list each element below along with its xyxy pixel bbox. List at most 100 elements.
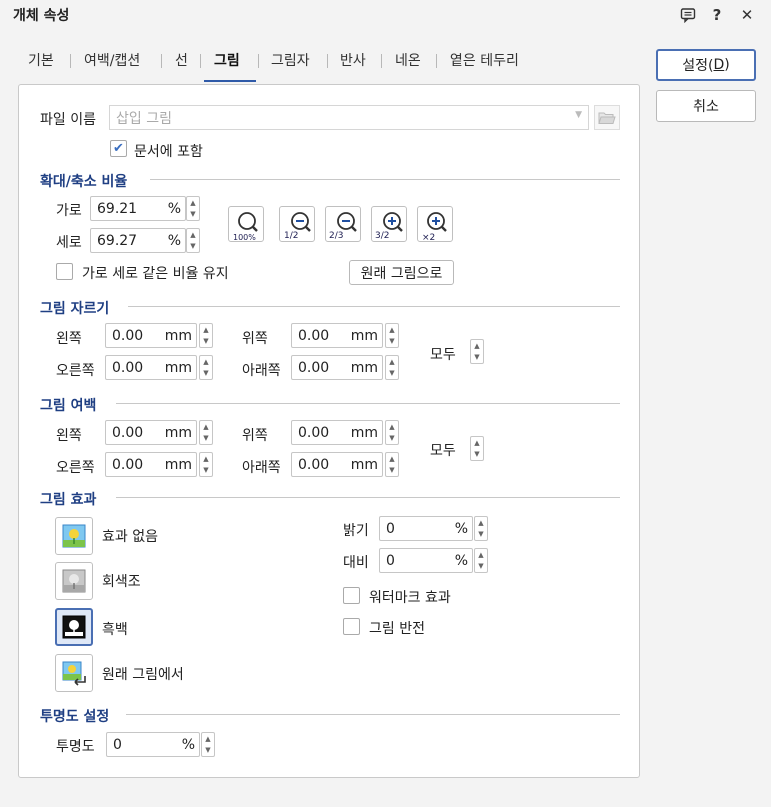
file-name-combo[interactable]: 삽입 그림 ▼	[109, 105, 589, 130]
margin-all-label: 모두	[430, 443, 456, 459]
crop-left-spinner[interactable]: ▲ ▼	[199, 323, 213, 348]
open-folder-button[interactable]	[594, 105, 620, 130]
effect-none-button[interactable]	[55, 517, 93, 555]
crop-top-field[interactable]: 0.00 mm	[291, 323, 383, 348]
active-tab-indicator	[204, 80, 256, 82]
crop-bottom-field[interactable]: 0.00 mm	[291, 355, 383, 380]
brightness-spinner[interactable]: ▲ ▼	[474, 516, 488, 541]
file-name-label: 파일 이름	[40, 112, 96, 128]
tab-soft-edge[interactable]: 옅은 테두리	[450, 50, 519, 70]
crop-right-field[interactable]: 0.00 mm	[105, 355, 197, 380]
tab-separator	[381, 54, 382, 68]
crop-left-label: 왼쪽	[56, 331, 82, 347]
invert-checkbox[interactable]	[343, 618, 360, 635]
cancel-button[interactable]: 취소	[656, 90, 756, 122]
scale-vertical-spinner[interactable]: ▲ ▼	[186, 228, 200, 253]
section-divider	[128, 306, 620, 307]
margin-top-label: 위쪽	[242, 428, 268, 444]
effect-grayscale-button[interactable]	[55, 562, 93, 600]
tab-basic[interactable]: 기본	[28, 50, 54, 70]
embed-in-document-label: 문서에 포함	[134, 144, 203, 160]
effect-original-label: 원래 그림에서	[102, 667, 184, 683]
margin-bottom-spinner[interactable]: ▲ ▼	[385, 452, 399, 477]
section-divider	[116, 497, 620, 498]
tab-separator	[258, 54, 259, 68]
tab-separator	[436, 54, 437, 68]
keep-ratio-checkbox[interactable]	[56, 263, 73, 280]
crop-right-spinner[interactable]: ▲ ▼	[199, 355, 213, 380]
comment-icon[interactable]	[677, 4, 699, 26]
transparency-label: 투명도	[56, 739, 95, 755]
crop-top-label: 위쪽	[242, 331, 268, 347]
contrast-spinner[interactable]: ▲ ▼	[474, 548, 488, 573]
zoom-100-button[interactable]: 100%	[228, 206, 264, 242]
tab-shadow[interactable]: 그림자	[271, 50, 310, 70]
margin-bottom-field[interactable]: 0.00 mm	[291, 452, 383, 477]
section-divider	[150, 179, 620, 180]
zoom-two-thirds-icon: 2/3	[329, 212, 357, 241]
keep-ratio-label: 가로 세로 같은 비율 유지	[82, 266, 229, 282]
file-name-placeholder: 삽입 그림	[116, 110, 172, 127]
help-icon[interactable]: ?	[706, 4, 728, 26]
margin-top-field[interactable]: 0.00 mm	[291, 420, 383, 445]
invert-label: 그림 반전	[369, 621, 425, 637]
svg-text:×2: ×2	[422, 233, 435, 243]
contrast-label: 대비	[343, 555, 369, 571]
brightness-field[interactable]: 0 %	[379, 516, 473, 541]
zoom-three-halves-button[interactable]: 3/2	[371, 206, 407, 242]
svg-text:100%: 100%	[233, 233, 256, 242]
scale-section-title: 확대/축소 비율	[40, 174, 128, 190]
margin-section-title: 그림 여백	[40, 398, 97, 414]
crop-right-label: 오른쪽	[56, 363, 95, 379]
margin-right-spinner[interactable]: ▲ ▼	[199, 452, 213, 477]
crop-section-title: 그림 자르기	[40, 301, 110, 317]
svg-text:1/2: 1/2	[284, 231, 298, 241]
tab-reflection[interactable]: 반사	[340, 50, 366, 70]
effect-original-button[interactable]	[55, 654, 93, 692]
tab-bar: 기본 여백/캡션 선 그림 그림자 반사 네온 옅은 테두리	[18, 50, 640, 84]
close-icon[interactable]: ✕	[736, 4, 758, 26]
crop-bottom-spinner[interactable]: ▲ ▼	[385, 355, 399, 380]
transparency-spinner[interactable]: ▲ ▼	[201, 732, 215, 757]
scale-horizontal-spinner[interactable]: ▲ ▼	[186, 196, 200, 221]
tab-neon[interactable]: 네온	[395, 50, 421, 70]
effect-black-white-button[interactable]	[55, 608, 93, 646]
crop-top-spinner[interactable]: ▲ ▼	[385, 323, 399, 348]
section-divider	[126, 714, 620, 715]
effect-section-title: 그림 효과	[40, 492, 97, 508]
tab-line[interactable]: 선	[175, 50, 188, 70]
zoom-half-button[interactable]: 1/2	[279, 206, 315, 242]
brightness-label: 밝기	[343, 523, 369, 539]
svg-text:2/3: 2/3	[329, 231, 343, 241]
margin-left-spinner[interactable]: ▲ ▼	[199, 420, 213, 445]
tab-separator	[161, 54, 162, 68]
ok-button[interactable]: 설정(D)	[656, 49, 756, 81]
zoom-three-halves-icon: 3/2	[375, 212, 403, 241]
crop-left-field[interactable]: 0.00 mm	[105, 323, 197, 348]
zoom-two-thirds-button[interactable]: 2/3	[325, 206, 361, 242]
crop-bottom-label: 아래쪽	[242, 363, 281, 379]
color-picture-icon	[62, 524, 86, 548]
svg-text:3/2: 3/2	[375, 231, 389, 241]
scale-vertical-label: 세로	[56, 235, 82, 251]
margin-right-label: 오른쪽	[56, 460, 95, 476]
embed-in-document-checkbox[interactable]: ✔	[110, 140, 127, 157]
margin-left-field[interactable]: 0.00 mm	[105, 420, 197, 445]
transparency-field[interactable]: 0 %	[106, 732, 200, 757]
chevron-down-icon: ▼	[575, 110, 582, 120]
tab-separator	[200, 54, 201, 68]
scale-vertical-field[interactable]: 69.27 %	[90, 228, 186, 253]
margin-all-spinner[interactable]: ▲ ▼	[470, 436, 484, 461]
watermark-checkbox[interactable]	[343, 587, 360, 604]
contrast-field[interactable]: 0 %	[379, 548, 473, 573]
tab-picture[interactable]: 그림	[214, 50, 240, 70]
effect-none-label: 효과 없음	[102, 529, 158, 545]
zoom-double-icon: ×2	[422, 212, 447, 243]
crop-all-spinner[interactable]: ▲ ▼	[470, 339, 484, 364]
scale-horizontal-field[interactable]: 69.21 %	[90, 196, 186, 221]
tab-margin-caption[interactable]: 여백/캡션	[84, 50, 140, 70]
original-size-button[interactable]: 원래 그림으로	[349, 260, 454, 285]
margin-right-field[interactable]: 0.00 mm	[105, 452, 197, 477]
zoom-double-button[interactable]: ×2	[417, 206, 453, 243]
margin-top-spinner[interactable]: ▲ ▼	[385, 420, 399, 445]
